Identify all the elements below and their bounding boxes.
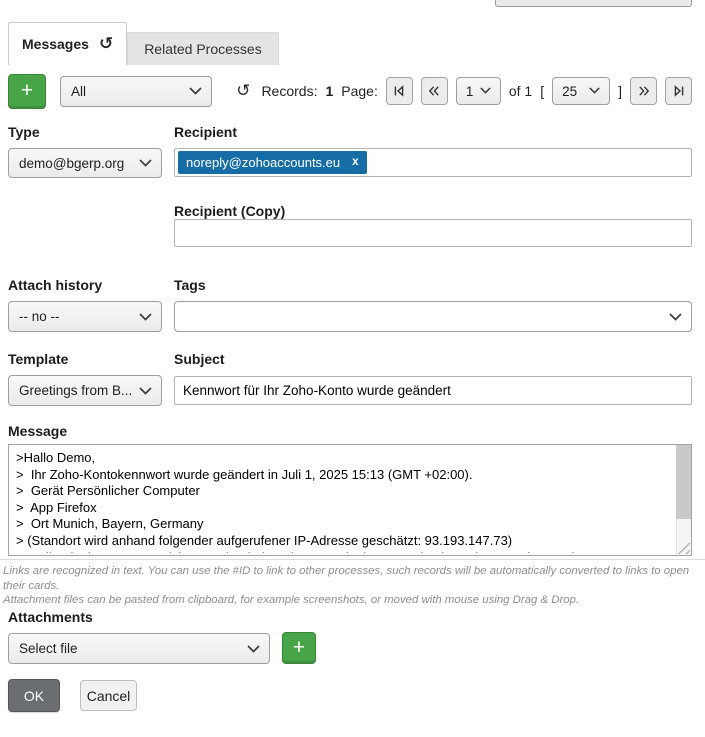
of-pages-label: of 1 — [509, 83, 532, 99]
next-page-icon — [637, 84, 651, 98]
chip-remove-icon[interactable]: x — [352, 157, 358, 169]
select-file-value: Select file — [19, 641, 78, 656]
recipient-chip: noreply@zohoaccounts.eu x — [178, 151, 367, 174]
select-file-dropdown[interactable]: Select file — [8, 633, 270, 664]
attach-history-label: Attach history — [8, 277, 102, 293]
previous-page-button[interactable] — [421, 77, 448, 105]
page-number-value: 1 — [466, 84, 474, 99]
bracket-open: [ — [540, 83, 544, 99]
cancel-button[interactable]: Cancel — [80, 680, 137, 711]
tab-refresh-icon[interactable]: ↺ — [99, 36, 113, 53]
last-page-button[interactable] — [665, 77, 692, 105]
pagination: ↺ Records: 1 Page: 1 of 1 [ 25 ] — [236, 77, 692, 105]
hint-line-1: Links are recognized in text. You can us… — [3, 564, 703, 593]
plus-icon: + — [21, 79, 33, 103]
records-label: Records: — [261, 83, 317, 99]
records-count: 1 — [325, 83, 333, 99]
tab-messages-label: Messages — [22, 36, 89, 52]
add-message-button[interactable]: + — [8, 74, 46, 109]
page-size-value: 25 — [562, 84, 577, 99]
chevron-down-icon — [189, 87, 202, 95]
tags-label: Tags — [174, 277, 206, 293]
template-label: Template — [8, 351, 68, 367]
next-page-button[interactable] — [630, 77, 657, 105]
message-form-page: Messages ↺ Related Processes + All ↺ Rec… — [0, 0, 705, 737]
bracket-close: ] — [618, 83, 622, 99]
chevron-down-icon — [669, 313, 682, 321]
last-page-icon — [672, 84, 686, 98]
hint-line-2: Attachment files can be pasted from clip… — [3, 593, 703, 608]
attach-history-value: -- no -- — [19, 309, 60, 324]
cancel-button-label: Cancel — [87, 688, 131, 704]
attachments-label: Attachments — [8, 609, 93, 625]
top-right-partial-select[interactable] — [495, 0, 692, 7]
filter-select-value: All — [71, 84, 86, 99]
type-label: Type — [8, 124, 40, 140]
tab-related-processes[interactable]: Related Processes — [127, 32, 279, 65]
chevron-down-icon — [139, 387, 152, 395]
recipient-chip-label: noreply@zohoaccounts.eu — [186, 155, 340, 170]
chevron-down-icon — [589, 87, 600, 94]
page-size-select[interactable]: 25 — [552, 77, 610, 105]
tab-messages[interactable]: Messages ↺ — [8, 22, 127, 65]
tags-select[interactable] — [174, 301, 692, 332]
recipient-copy-label: Recipient (Copy) — [174, 203, 285, 219]
page-label: Page: — [341, 83, 378, 99]
recipient-label: Recipient — [174, 124, 237, 140]
message-text: >Hallo Demo, > Ihr Zoho-Kontokennwort wu… — [16, 450, 671, 553]
ok-button-label: OK — [24, 688, 44, 704]
filter-select[interactable]: All — [60, 76, 212, 107]
chevron-down-icon — [139, 159, 152, 167]
subject-input[interactable] — [174, 376, 692, 405]
chevron-down-icon — [247, 645, 260, 653]
scrollbar-thumb[interactable] — [676, 445, 691, 519]
first-page-icon — [392, 84, 406, 98]
add-attachment-button[interactable]: + — [282, 632, 316, 664]
type-select-value: demo@bgerp.org — [19, 156, 124, 171]
template-select[interactable]: Greetings from B... — [8, 375, 162, 406]
hint-text: Links are recognized in text. You can us… — [3, 564, 703, 608]
chevron-down-icon — [480, 87, 491, 94]
plus-icon: + — [293, 636, 305, 660]
attach-history-select[interactable]: -- no -- — [8, 301, 162, 332]
message-label: Message — [8, 423, 67, 439]
subject-label: Subject — [174, 351, 225, 367]
ok-button[interactable]: OK — [8, 679, 60, 712]
recipient-field[interactable]: noreply@zohoaccounts.eu x — [174, 148, 692, 177]
records-refresh-icon[interactable]: ↺ — [236, 83, 250, 100]
page-number-select[interactable]: 1 — [456, 77, 501, 105]
divider — [0, 559, 705, 560]
toolbar: + All ↺ Records: 1 Page: 1 of 1 [ 25 — [8, 73, 692, 109]
template-select-value: Greetings from B... — [19, 383, 132, 398]
tab-bar: Messages ↺ Related Processes — [8, 22, 279, 65]
type-select[interactable]: demo@bgerp.org — [8, 148, 162, 178]
previous-page-icon — [427, 84, 441, 98]
message-textarea[interactable]: >Hallo Demo, > Ihr Zoho-Kontokennwort wu… — [8, 444, 692, 556]
message-scrollbar[interactable] — [676, 445, 691, 555]
tab-related-label: Related Processes — [144, 41, 262, 57]
chevron-down-icon — [139, 313, 152, 321]
recipient-copy-input[interactable] — [174, 219, 692, 247]
first-page-button[interactable] — [386, 77, 413, 105]
